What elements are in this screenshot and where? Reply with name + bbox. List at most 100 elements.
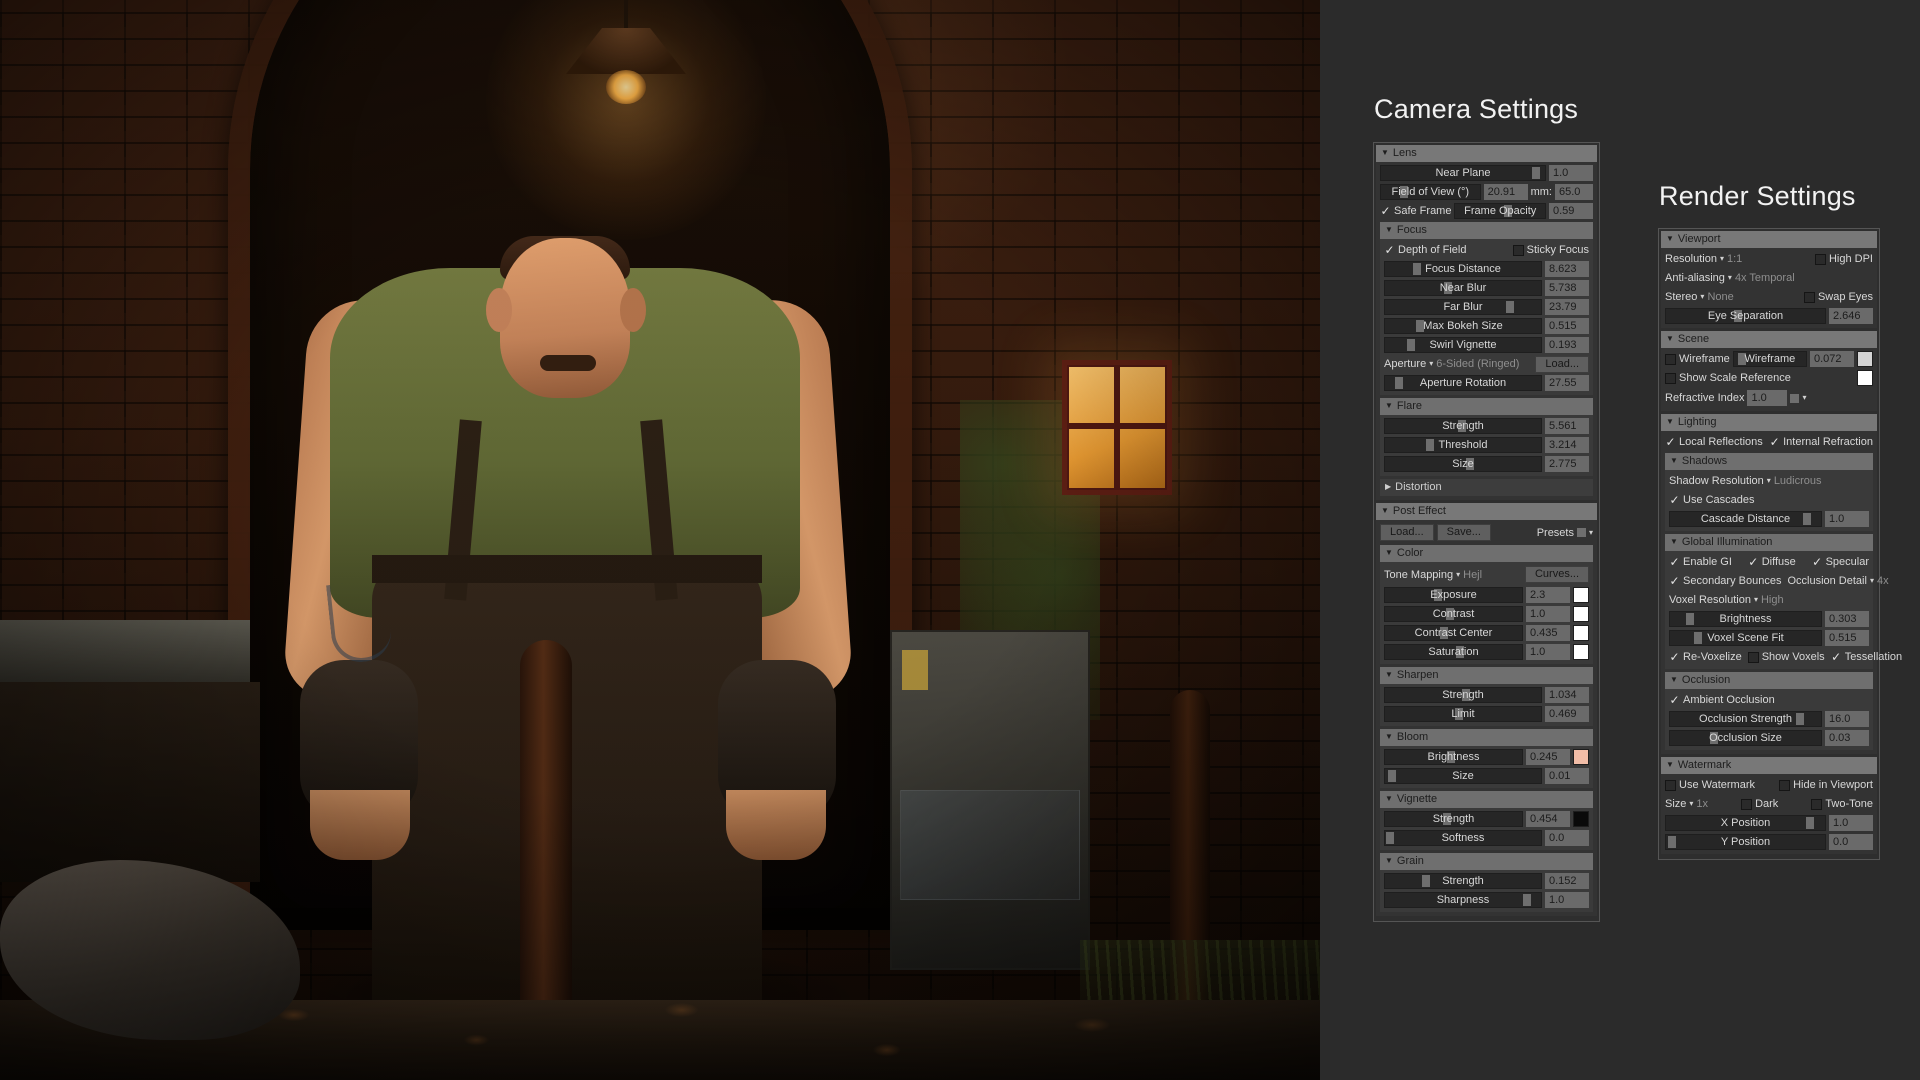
y-position-slider[interactable]: Y Position [1665, 834, 1826, 850]
aperture-rotation-slider[interactable]: Aperture Rotation [1384, 375, 1542, 391]
enable-gi-checkbox[interactable]: ✓ Enable GI [1669, 556, 1731, 568]
vignette-softness-value[interactable]: 0.0 [1545, 830, 1589, 846]
watermark-dark-checkbox[interactable]: Dark [1741, 798, 1778, 810]
sharpen-strength-value[interactable]: 1.034 [1545, 687, 1589, 703]
color-group-header[interactable]: ▼ Color [1380, 545, 1593, 562]
frame-opacity-value[interactable]: 0.59 [1549, 203, 1593, 219]
watermark-two-tone-checkbox[interactable]: Two-Tone [1811, 798, 1873, 810]
flare-size-slider[interactable]: Size [1384, 456, 1542, 472]
contrast-center-color-swatch[interactable] [1573, 625, 1589, 641]
near-plane-value[interactable]: 1.0 [1549, 165, 1593, 181]
caret-down-icon[interactable]: ▾ [1589, 528, 1593, 537]
re-voxelize-checkbox[interactable]: ✓ Re-Voxelize [1669, 651, 1741, 663]
gi-brightness-slider[interactable]: Brightness [1669, 611, 1822, 627]
shadows-group-header[interactable]: ▼ Shadows [1665, 453, 1873, 470]
voxel-scene-fit-slider[interactable]: Voxel Scene Fit [1669, 630, 1822, 646]
near-plane-slider[interactable]: Near Plane [1380, 165, 1546, 181]
focal-length-mm-value[interactable]: 65.0 [1555, 184, 1593, 200]
occlusion-detail-dropdown[interactable]: Occlusion Detail ▾ 4x [1787, 575, 1888, 587]
watermark-group-header[interactable]: ▼ Watermark [1661, 757, 1877, 774]
post-effect-group-header[interactable]: ▼ Post Effect [1376, 503, 1597, 520]
swirl-vignette-value[interactable]: 0.193 [1545, 337, 1589, 353]
contrast-center-slider[interactable]: Contrast Center [1384, 625, 1523, 641]
focus-distance-slider[interactable]: Focus Distance [1384, 261, 1542, 277]
x-position-slider[interactable]: X Position [1665, 815, 1826, 831]
tessellation-checkbox[interactable]: ✓ Tessellation [1831, 651, 1902, 663]
bloom-group-header[interactable]: ▼ Bloom [1380, 729, 1593, 746]
render-settings-panel[interactable]: ▼ Viewport Resolution ▾ 1:1 High DPI Ant… [1658, 228, 1902, 860]
sharpen-limit-slider[interactable]: Limit [1384, 706, 1542, 722]
refractive-index-value[interactable]: 1.0 [1747, 390, 1788, 406]
global-illumination-group-header[interactable]: ▼ Global Illumination [1665, 534, 1873, 551]
aperture-load-button[interactable]: Load... [1535, 355, 1589, 373]
x-position-value[interactable]: 1.0 [1829, 815, 1873, 831]
scene-group-header[interactable]: ▼ Scene [1661, 331, 1877, 348]
render-viewport[interactable] [0, 0, 1320, 1080]
show-voxels-checkbox[interactable]: Show Voxels [1747, 651, 1825, 663]
anti-aliasing-dropdown[interactable]: Anti-aliasing ▾ 4x Temporal [1665, 272, 1795, 284]
aperture-rotation-value[interactable]: 27.55 [1545, 375, 1589, 391]
shadow-resolution-dropdown[interactable]: Shadow Resolution ▾ Ludicrous [1669, 475, 1822, 487]
post-effect-load-button[interactable]: Load... [1380, 524, 1434, 541]
field-of-view-slider[interactable]: Field of View (°) [1380, 184, 1481, 200]
distortion-group-header[interactable]: ▶ Distortion [1380, 479, 1593, 496]
diffuse-checkbox[interactable]: ✓ Diffuse [1748, 556, 1796, 568]
saturation-color-swatch[interactable] [1573, 644, 1589, 660]
show-scale-reference-checkbox[interactable]: Show Scale Reference [1665, 372, 1791, 384]
use-cascades-checkbox[interactable]: ✓ Use Cascades [1669, 494, 1754, 506]
vignette-group-header[interactable]: ▼ Vignette [1380, 791, 1593, 808]
internal-refraction-checkbox[interactable]: ✓ Internal Refraction [1769, 436, 1873, 448]
lighting-group-header[interactable]: ▼ Lighting [1661, 414, 1877, 431]
eye-separation-slider[interactable]: Eye Separation [1665, 308, 1826, 324]
safe-frame-checkbox[interactable]: ✓ Safe Frame [1380, 205, 1451, 217]
grain-sharpness-value[interactable]: 1.0 [1545, 892, 1589, 908]
sticky-focus-checkbox[interactable]: Sticky Focus [1512, 244, 1589, 256]
depth-of-field-checkbox[interactable]: ✓ Depth of Field [1384, 244, 1466, 256]
flare-threshold-value[interactable]: 3.214 [1545, 437, 1589, 453]
bloom-brightness-value[interactable]: 0.245 [1526, 749, 1570, 765]
aperture-dropdown[interactable]: Aperture ▾ 6-Sided (Ringed) [1384, 358, 1519, 370]
bloom-brightness-slider[interactable]: Brightness [1384, 749, 1523, 765]
near-blur-value[interactable]: 5.738 [1545, 280, 1589, 296]
exposure-value[interactable]: 2.3 [1526, 587, 1570, 603]
contrast-color-swatch[interactable] [1573, 606, 1589, 622]
contrast-slider[interactable]: Contrast [1384, 606, 1523, 622]
frame-opacity-slider[interactable]: Frame Opacity [1454, 203, 1546, 219]
caret-down-icon[interactable]: ▾ [1802, 394, 1806, 402]
cascade-distance-slider[interactable]: Cascade Distance [1669, 511, 1822, 527]
viewport-group-header[interactable]: ▼ Viewport [1661, 231, 1877, 248]
occlusion-size-value[interactable]: 0.03 [1825, 730, 1869, 746]
flare-strength-slider[interactable]: Strength [1384, 418, 1542, 434]
grain-sharpness-slider[interactable]: Sharpness [1384, 892, 1542, 908]
local-reflections-checkbox[interactable]: ✓ Local Reflections [1665, 436, 1762, 448]
bloom-color-swatch[interactable] [1573, 749, 1589, 765]
occlusion-strength-slider[interactable]: Occlusion Strength [1669, 711, 1822, 727]
vignette-color-swatch[interactable] [1573, 811, 1589, 827]
wireframe-checkbox[interactable]: Wireframe [1665, 353, 1730, 365]
contrast-center-value[interactable]: 0.435 [1526, 625, 1570, 641]
flare-group-header[interactable]: ▼ Flare [1380, 398, 1593, 415]
wireframe-value[interactable]: 0.072 [1810, 351, 1854, 367]
field-of-view-value[interactable]: 20.91 [1483, 184, 1528, 200]
hide-in-viewport-checkbox[interactable]: Hide in Viewport [1779, 779, 1873, 791]
voxel-scene-fit-value[interactable]: 0.515 [1825, 630, 1869, 646]
high-dpi-checkbox[interactable]: High DPI [1814, 253, 1873, 265]
y-position-value[interactable]: 0.0 [1829, 834, 1873, 850]
curves-button[interactable]: Curves... [1524, 566, 1589, 583]
exposure-slider[interactable]: Exposure [1384, 587, 1523, 603]
ambient-occlusion-checkbox[interactable]: ✓ Ambient Occlusion [1669, 694, 1774, 706]
bloom-size-value[interactable]: 0.01 [1545, 768, 1589, 784]
cascade-distance-value[interactable]: 1.0 [1825, 511, 1869, 527]
grain-strength-value[interactable]: 0.152 [1545, 873, 1589, 889]
secondary-bounces-checkbox[interactable]: ✓ Secondary Bounces [1669, 575, 1781, 587]
max-bokeh-size-value[interactable]: 0.515 [1545, 318, 1589, 334]
swirl-vignette-slider[interactable]: Swirl Vignette [1384, 337, 1542, 353]
stereo-dropdown[interactable]: Stereo ▾ None [1665, 291, 1734, 303]
watermark-size-dropdown[interactable]: Size ▾ 1x [1665, 798, 1708, 810]
vignette-strength-slider[interactable]: Strength [1384, 811, 1523, 827]
saturation-slider[interactable]: Saturation [1384, 644, 1523, 660]
far-blur-slider[interactable]: Far Blur [1384, 299, 1542, 315]
scale-reference-color-swatch[interactable] [1857, 370, 1873, 386]
grain-group-header[interactable]: ▼ Grain [1380, 853, 1593, 870]
wireframe-slider[interactable]: Wireframe [1732, 351, 1807, 367]
